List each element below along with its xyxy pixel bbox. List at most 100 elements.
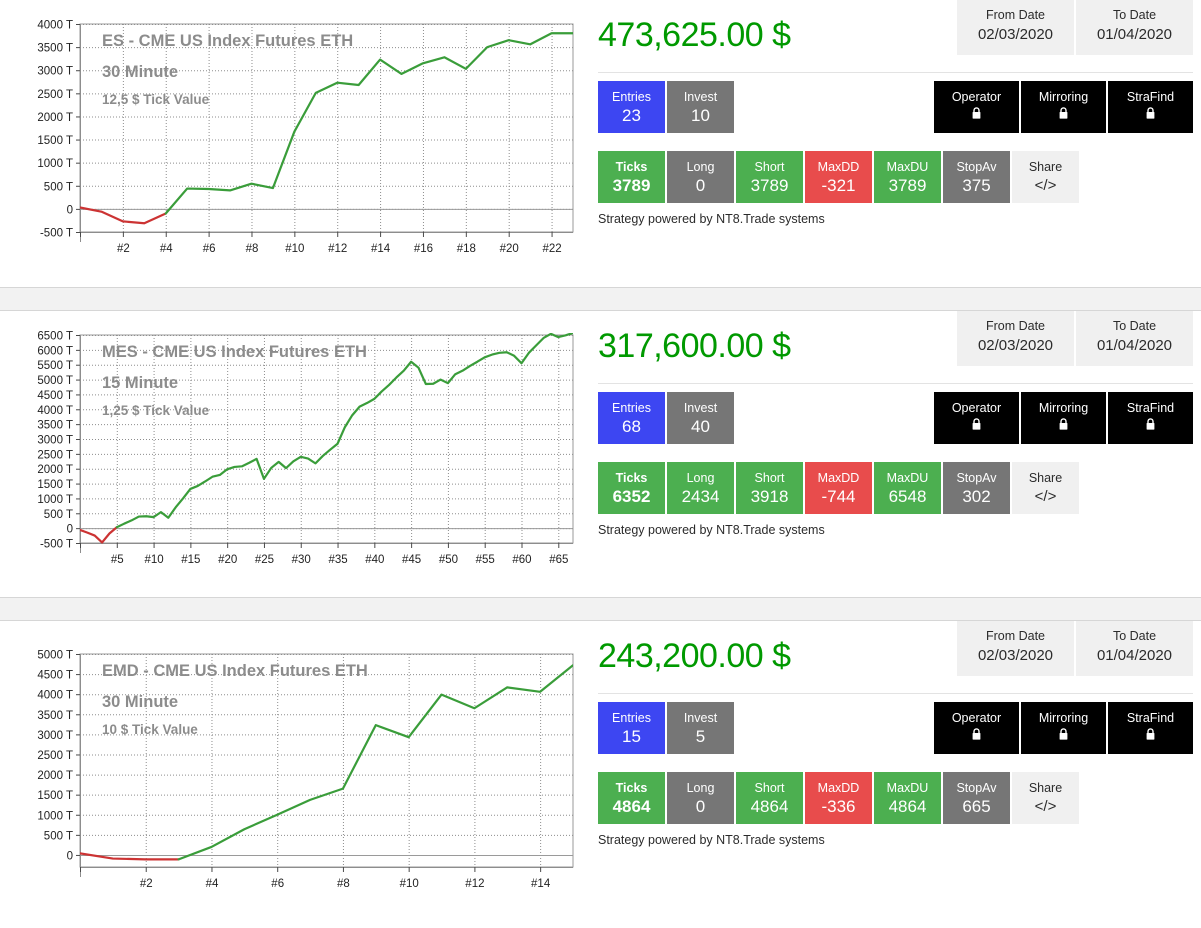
mirroring-label: Mirroring <box>1038 401 1089 415</box>
lock-icon <box>1058 418 1069 436</box>
operator-button[interactable]: Operator <box>934 702 1019 754</box>
strategy-card: -500 T 0 500 T 1000 T 1500 T 2000 T 2500 T 3000… <box>0 310 1201 598</box>
to-date-box[interactable]: To Date 01/04/2020 <box>1076 621 1193 676</box>
from-date-box[interactable]: From Date 02/03/2020 <box>957 0 1074 55</box>
metric-value: 3789 <box>612 175 651 195</box>
svg-text:#14: #14 <box>531 878 551 890</box>
to-date-value: 01/04/2020 <box>1096 337 1173 354</box>
metric-maxdd: MaxDD -336 <box>805 772 872 824</box>
from-date-box[interactable]: From Date 02/03/2020 <box>957 621 1074 676</box>
operator-button[interactable]: Operator <box>934 392 1019 444</box>
metric-short: Short 4864 <box>736 772 803 824</box>
svg-text:1500 T: 1500 T <box>37 790 73 802</box>
strafind-button[interactable]: StraFind <box>1108 702 1193 754</box>
entries-value: 23 <box>622 105 641 125</box>
svg-text:6000 T: 6000 T <box>37 345 73 357</box>
svg-text:4500 T: 4500 T <box>37 670 73 682</box>
invest-chip: Invest 40 <box>667 392 734 444</box>
metric-label: StopAv <box>956 780 997 795</box>
svg-text:#4: #4 <box>206 878 219 890</box>
metrics-row: Ticks 4864 Long 0 Short 4864 MaxDD -336 … <box>598 772 1201 824</box>
lock-icon <box>1145 107 1156 125</box>
svg-text:1000 T: 1000 T <box>37 810 73 822</box>
entries-chip: Entries 68 <box>598 392 665 444</box>
svg-text:4000 T: 4000 T <box>37 405 73 417</box>
metric-ticks: Ticks 4864 <box>598 772 665 824</box>
from-date-label: From Date <box>985 319 1046 333</box>
metric-maxdu: MaxDU 6548 <box>874 462 941 514</box>
svg-text:#25: #25 <box>255 554 274 566</box>
svg-text:#30: #30 <box>292 554 311 566</box>
code-icon: </> <box>1034 176 1057 194</box>
strategy-card: 0 500 T 1000 T 1500 T 2000 T 2500 T 3000 T 3500… <box>0 620 1201 928</box>
share-button[interactable]: Share </> <box>1012 151 1079 203</box>
from-date-value: 02/03/2020 <box>977 647 1054 664</box>
svg-text:10 $ Tick Value: 10 $ Tick Value <box>102 722 198 737</box>
metric-label: Short <box>754 780 785 795</box>
mid-row: Entries 68 Invest 40 Operator Mirroring … <box>598 392 1201 454</box>
strafind-button[interactable]: StraFind <box>1108 81 1193 133</box>
mirroring-button[interactable]: Mirroring <box>1021 702 1106 754</box>
invest-value: 5 <box>695 726 706 746</box>
metric-label: MaxDU <box>886 470 929 485</box>
profit-amount: 317,600.00 $ <box>598 327 791 365</box>
metric-value: -744 <box>821 486 856 506</box>
to-date-label: To Date <box>1112 8 1157 22</box>
lock-buttons: Operator Mirroring StraFind <box>934 392 1193 444</box>
svg-text:12,5 $ Tick Value: 12,5 $ Tick Value <box>102 92 210 107</box>
svg-text:#55: #55 <box>476 554 495 566</box>
svg-text:#20: #20 <box>218 554 237 566</box>
powered-by-text: Strategy powered by NT8.Trade systems <box>598 833 825 847</box>
lock-icon <box>1145 418 1156 436</box>
svg-text:2500 T: 2500 T <box>37 750 73 762</box>
metric-label: Short <box>754 470 785 485</box>
svg-text:1,25 $ Tick Value: 1,25 $ Tick Value <box>102 403 210 418</box>
svg-text:#10: #10 <box>144 554 163 566</box>
to-date-box[interactable]: To Date 01/04/2020 <box>1076 0 1193 55</box>
share-button[interactable]: Share </> <box>1012 772 1079 824</box>
from-date-value: 02/03/2020 <box>977 337 1054 354</box>
svg-text:#2: #2 <box>140 878 153 890</box>
entry-chips: Entries 23 Invest 10 <box>598 81 734 133</box>
svg-text:500 T: 500 T <box>44 830 73 842</box>
metric-label: MaxDD <box>817 470 860 485</box>
svg-text:3500 T: 3500 T <box>37 43 73 55</box>
svg-text:#65: #65 <box>549 554 568 566</box>
entries-value: 15 <box>622 726 641 746</box>
share-button[interactable]: Share </> <box>1012 462 1079 514</box>
lock-icon <box>971 107 982 125</box>
lock-icon <box>971 728 982 746</box>
mirroring-button[interactable]: Mirroring <box>1021 392 1106 444</box>
dashboard-page: -500 T 0 500 T 1000 T 1500 T 2000 T 2500 T 3000… <box>0 0 1201 928</box>
to-date-box[interactable]: To Date 01/04/2020 <box>1076 311 1193 366</box>
from-date-box[interactable]: From Date 02/03/2020 <box>957 311 1074 366</box>
strafind-button[interactable]: StraFind <box>1108 392 1193 444</box>
stats-pane: 317,600.00 $ From Date 02/03/2020 To Dat… <box>590 311 1201 597</box>
metric-value: 4864 <box>888 796 927 816</box>
operator-button[interactable]: Operator <box>934 81 1019 133</box>
lock-icon <box>1058 728 1069 746</box>
mirroring-button[interactable]: Mirroring <box>1021 81 1106 133</box>
metric-label: Ticks <box>615 159 648 174</box>
svg-text:#12: #12 <box>328 243 347 255</box>
metric-value: 0 <box>695 796 706 816</box>
share-label: Share <box>1028 159 1063 174</box>
metric-value: 6352 <box>612 486 651 506</box>
svg-text:3500 T: 3500 T <box>37 420 73 432</box>
chart-pane: 0 500 T 1000 T 1500 T 2000 T 2500 T 3000 T 3500… <box>0 621 590 928</box>
svg-text:#20: #20 <box>500 243 519 255</box>
metric-value: 665 <box>962 796 991 816</box>
invest-chip: Invest 5 <box>667 702 734 754</box>
date-range: From Date 02/03/2020 To Date 01/04/2020 <box>957 621 1193 676</box>
metric-label: Short <box>754 159 785 174</box>
svg-text:5000 T: 5000 T <box>37 650 73 662</box>
metric-stopav: StopAv 375 <box>943 151 1010 203</box>
svg-text:3000 T: 3000 T <box>37 730 73 742</box>
stats-pane: 243,200.00 $ From Date 02/03/2020 To Dat… <box>590 621 1201 928</box>
metric-value: 302 <box>962 486 991 506</box>
svg-text:30 Minute: 30 Minute <box>102 693 178 711</box>
metric-short: Short 3918 <box>736 462 803 514</box>
svg-text:500 T: 500 T <box>44 181 73 193</box>
metric-label: MaxDD <box>817 780 860 795</box>
svg-text:2500 T: 2500 T <box>37 449 73 461</box>
